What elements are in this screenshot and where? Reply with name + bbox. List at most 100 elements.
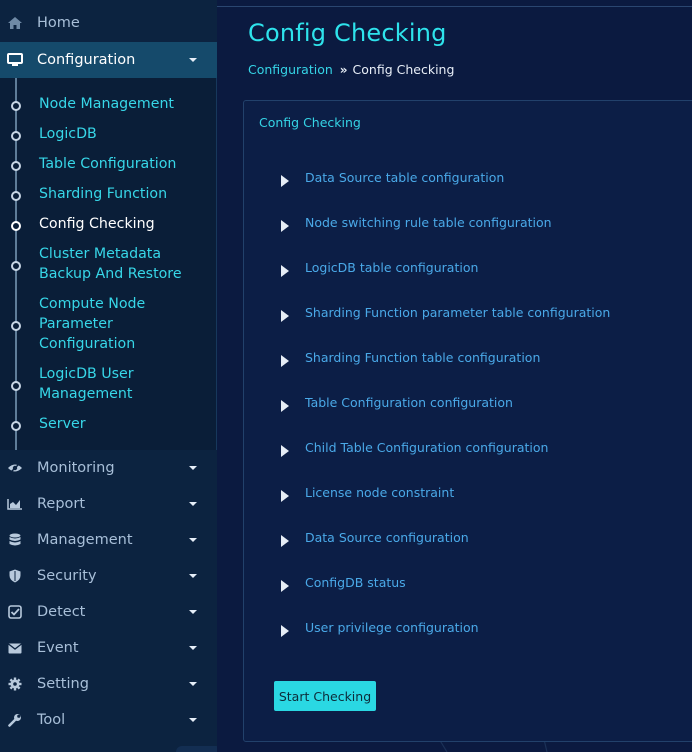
- caret-right-icon[interactable]: [281, 310, 289, 322]
- tree-node-dot: [11, 191, 21, 201]
- chevron-down-icon: [189, 682, 197, 686]
- check-item-table-configuration[interactable]: Table Configuration configuration: [244, 395, 692, 415]
- main-content: Config Checking Configuration » Config C…: [217, 0, 692, 752]
- gear-icon: [7, 676, 23, 692]
- check-item-label[interactable]: User privilege configuration: [305, 620, 479, 635]
- check-item-sharding-function-parameter[interactable]: Sharding Function parameter table config…: [244, 305, 692, 325]
- submenu-item-label: LogicDB User Management: [39, 366, 134, 402]
- panel-title: Config Checking: [259, 115, 361, 130]
- monitor-icon: [7, 52, 23, 68]
- chevron-down-icon: [189, 574, 197, 578]
- sidebar-item-label: Configuration: [37, 52, 136, 68]
- wrench-icon: [7, 712, 23, 728]
- shield-icon: [7, 568, 23, 584]
- check-item-data-source-table[interactable]: Data Source table configuration: [244, 170, 692, 190]
- caret-right-icon[interactable]: [281, 355, 289, 367]
- sidebar-item-report[interactable]: Report: [0, 486, 217, 522]
- caret-right-icon[interactable]: [281, 400, 289, 412]
- chevron-down-icon: [189, 466, 197, 470]
- tree-node-dot: [11, 381, 21, 391]
- config-checking-panel: Config Checking Data Source table config…: [243, 100, 692, 742]
- sidebar-item-security[interactable]: Security: [0, 558, 217, 594]
- sidebar-item-label: Tool: [37, 712, 66, 728]
- caret-right-icon[interactable]: [281, 580, 289, 592]
- tree-node-dot: [11, 131, 21, 141]
- submenu-item-label: Sharding Function: [39, 186, 168, 202]
- submenu-item-label: Server: [39, 416, 86, 432]
- chevron-down-icon: [189, 58, 197, 62]
- caret-right-icon[interactable]: [281, 625, 289, 637]
- check-item-logicdb-table[interactable]: LogicDB table configuration: [244, 260, 692, 280]
- sidebar-item-management[interactable]: Management: [0, 522, 217, 558]
- check-item-label[interactable]: ConfigDB status: [305, 575, 406, 590]
- sidebar: Home Configuration Node Management Logic…: [0, 0, 217, 752]
- submenu-item-label: Node Management: [39, 96, 174, 112]
- sidebar-item-label: Management: [37, 532, 133, 548]
- caret-right-icon[interactable]: [281, 445, 289, 457]
- check-item-license-node-constraint[interactable]: License node constraint: [244, 485, 692, 505]
- submenu-item-label: LogicDB: [39, 126, 97, 142]
- check-item-node-switching-rule[interactable]: Node switching rule table configuration: [244, 215, 692, 235]
- submenu-item-label: Compute Node Parameter Configuration: [39, 296, 146, 352]
- submenu-item-label: Cluster Metadata Backup And Restore: [39, 246, 182, 282]
- breadcrumb: Configuration » Config Checking: [248, 62, 454, 77]
- check-item-label[interactable]: Node switching rule table configuration: [305, 215, 552, 230]
- top-divider: [217, 6, 692, 7]
- sidebar-item-setting[interactable]: Setting: [0, 666, 217, 702]
- submenu-item-label: Table Configuration: [39, 156, 177, 172]
- page-title: Config Checking: [248, 19, 447, 47]
- sidebar-item-configuration[interactable]: Configuration: [0, 42, 217, 78]
- check-item-label[interactable]: Sharding Function parameter table config…: [305, 305, 610, 320]
- check-item-label[interactable]: Table Configuration configuration: [305, 395, 513, 410]
- check-item-label[interactable]: License node constraint: [305, 485, 454, 500]
- home-icon: [7, 15, 23, 31]
- sidebar-item-label: Setting: [37, 676, 89, 692]
- sidebar-item-detect[interactable]: Detect: [0, 594, 217, 630]
- check-item-user-privilege[interactable]: User privilege configuration: [244, 620, 692, 640]
- caret-right-icon[interactable]: [281, 535, 289, 547]
- breadcrumb-separator: »: [339, 62, 348, 77]
- submenu-item-label: Config Checking: [39, 216, 155, 232]
- database-icon: [7, 532, 23, 548]
- check-item-sharding-function-table[interactable]: Sharding Function table configuration: [244, 350, 692, 370]
- start-checking-button[interactable]: Start Checking: [274, 681, 376, 711]
- sidebar-item-label: Event: [37, 640, 79, 656]
- sidebar-item-label: Security: [37, 568, 97, 584]
- sidebar-item-label: Home: [37, 15, 80, 31]
- area-chart-icon: [7, 496, 23, 512]
- chevron-down-icon: [189, 646, 197, 650]
- check-item-label[interactable]: Data Source table configuration: [305, 170, 504, 185]
- tree-node-dot: [11, 321, 21, 331]
- breadcrumb-link-configuration[interactable]: Configuration: [248, 62, 333, 77]
- caret-right-icon[interactable]: [281, 265, 289, 277]
- check-item-label[interactable]: Child Table Configuration configuration: [305, 440, 548, 455]
- sidebar-item-tool[interactable]: Tool: [0, 702, 217, 738]
- check-item-child-table-configuration[interactable]: Child Table Configuration configuration: [244, 440, 692, 460]
- sidebar-item-home[interactable]: Home: [0, 5, 217, 41]
- sidebar-item-label: Monitoring: [37, 460, 115, 476]
- check-square-icon: [7, 604, 23, 620]
- chevron-down-icon: [189, 718, 197, 722]
- check-item-configdb-status[interactable]: ConfigDB status: [244, 575, 692, 595]
- breadcrumb-current: Config Checking: [352, 62, 455, 77]
- caret-right-icon[interactable]: [281, 175, 289, 187]
- chevron-down-icon: [189, 502, 197, 506]
- caret-right-icon[interactable]: [281, 490, 289, 502]
- check-item-data-source-configuration[interactable]: Data Source configuration: [244, 530, 692, 550]
- tree-node-dot: [11, 101, 21, 111]
- envelope-icon: [7, 640, 23, 656]
- eye-icon: [7, 460, 23, 476]
- tree-node-dot: [11, 221, 21, 231]
- configuration-submenu: Node Management LogicDB Table Configurat…: [0, 78, 217, 450]
- sidebar-item-label: Report: [37, 496, 86, 512]
- tree-node-dot: [11, 261, 21, 271]
- check-item-label[interactable]: LogicDB table configuration: [305, 260, 478, 275]
- check-item-label[interactable]: Sharding Function table configuration: [305, 350, 540, 365]
- caret-right-icon[interactable]: [281, 220, 289, 232]
- sidebar-item-monitoring[interactable]: Monitoring: [0, 450, 217, 486]
- sidebar-item-event[interactable]: Event: [0, 630, 217, 666]
- chevron-down-icon: [189, 538, 197, 542]
- chevron-down-icon: [189, 610, 197, 614]
- check-item-label[interactable]: Data Source configuration: [305, 530, 469, 545]
- sidebar-scroll-handle[interactable]: [176, 746, 217, 752]
